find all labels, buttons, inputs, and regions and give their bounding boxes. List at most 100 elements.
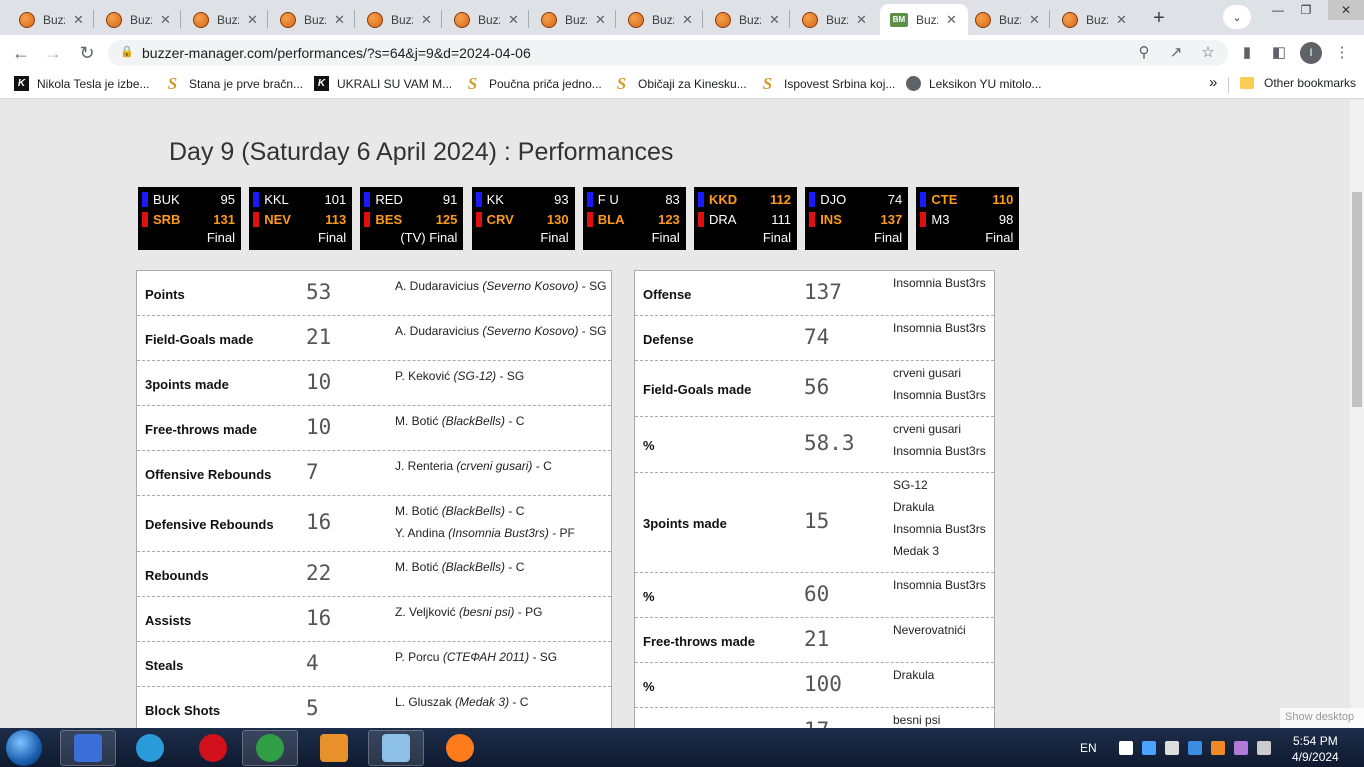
chrome-taskbar-button[interactable]	[242, 730, 298, 766]
game-score[interactable]: RED 91 BES 125 (TV) Final	[360, 187, 464, 250]
tools-icon[interactable]	[1210, 741, 1225, 755]
firefox-taskbar-button[interactable]	[432, 730, 488, 766]
bookmark-item[interactable]: S Ispovest Srbina koj...	[760, 74, 896, 93]
bookmark-item[interactable]: K UKRALI SU VAM M...	[314, 76, 452, 91]
notepad-taskbar-button[interactable]	[368, 730, 424, 766]
game-score[interactable]: DJO 74 INS 137 Final	[805, 187, 909, 250]
volume-icon[interactable]	[1256, 741, 1271, 755]
other-bookmarks[interactable]: Other bookmarks	[1240, 76, 1356, 90]
forward-button[interactable]: →	[42, 42, 64, 64]
close-tab-icon[interactable]: ✕	[595, 12, 606, 28]
player-entry[interactable]: M. Botić (BlackBells) - C	[395, 500, 575, 522]
player-entry[interactable]: P. Keković (SG-12) - SG	[395, 365, 524, 387]
language-indicator[interactable]: EN	[1080, 741, 1097, 755]
maximize-button[interactable]: ❐	[1292, 0, 1320, 20]
player-entry[interactable]: P. Porcu (СТЕФАН 2011) - SG	[395, 646, 557, 668]
close-tab-icon[interactable]: ✕	[856, 12, 867, 28]
bookmark-item[interactable]: K Nikola Tesla je izbe...	[14, 76, 150, 91]
player-entry[interactable]: M. Botić (BlackBells) - C	[395, 410, 524, 432]
bookmark-item[interactable]: S Običaji za Kinesku...	[614, 74, 747, 93]
reload-button[interactable]: ↻	[76, 42, 98, 64]
team-entry[interactable]: Insomnia Bust3rs	[893, 384, 986, 406]
tab[interactable]: Buzz ✕	[1052, 4, 1136, 35]
camera-icon[interactable]	[1187, 741, 1202, 755]
bookmark-item[interactable]: Leksikon YU mitolo...	[906, 76, 1042, 91]
tab[interactable]: Buzz ✕	[618, 4, 702, 35]
close-tab-icon[interactable]: ✕	[334, 12, 345, 28]
zoom-icon[interactable]: ⚲	[1134, 42, 1154, 62]
page-scrollbar[interactable]	[1350, 100, 1364, 728]
close-tab-icon[interactable]: ✕	[508, 12, 519, 28]
player-entry[interactable]: A. Dudaravicius (Severno Kosovo) - SG	[395, 275, 606, 297]
team-entry[interactable]: besni psi	[893, 709, 940, 728]
team-entry[interactable]: Insomnia Bust3rs	[893, 574, 986, 596]
address-bar[interactable]: 🔒 buzzer-manager.com/performances/?s=64&…	[108, 40, 1228, 66]
tab[interactable]: Buzz ✕	[96, 4, 180, 35]
extensions-icon[interactable]: ▮	[1237, 42, 1257, 62]
minimize-button[interactable]: —	[1264, 0, 1292, 20]
team-entry[interactable]: crveni gusari	[893, 418, 986, 440]
save-taskbar-button[interactable]	[60, 730, 116, 766]
game-score[interactable]: CTE 110 M3 98 Final	[916, 187, 1020, 250]
back-button[interactable]: ←	[10, 42, 32, 64]
team-entry[interactable]: Medak 3	[893, 540, 986, 562]
team-entry[interactable]: Drakula	[893, 496, 986, 518]
close-tab-icon[interactable]: ✕	[421, 12, 432, 28]
bookmark-item[interactable]: S Stana je prve bračn...	[165, 74, 303, 93]
player-entry[interactable]: A. Dudaravicius (Severno Kosovo) - SG	[395, 320, 606, 342]
bookmark-item[interactable]: S Poučna priča jedno...	[465, 74, 602, 93]
team-entry[interactable]: Insomnia Bust3rs	[893, 272, 986, 294]
close-tab-icon[interactable]: ✕	[682, 12, 693, 28]
player-entry[interactable]: J. Renteria (crveni gusari) - C	[395, 455, 552, 477]
tab[interactable]: Buzz ✕	[270, 4, 354, 35]
tab[interactable]: Buzz ✕	[357, 4, 441, 35]
game-score[interactable]: KKD 112 DRA 111 Final	[694, 187, 797, 250]
scrollbar-thumb[interactable]	[1352, 192, 1362, 407]
bookmarks-overflow-button[interactable]: »	[1209, 74, 1217, 91]
tab[interactable]: Buzz ✕	[9, 4, 93, 35]
close-tab-icon[interactable]: ✕	[247, 12, 258, 28]
close-tab-icon[interactable]: ✕	[73, 12, 84, 28]
player-entry[interactable]: M. Botić (BlackBells) - C	[395, 556, 524, 578]
tab[interactable]: Buzz ✕	[444, 4, 528, 35]
opera-taskbar-button[interactable]	[185, 730, 241, 766]
close-tab-icon[interactable]: ✕	[160, 12, 171, 28]
close-tab-icon[interactable]: ✕	[1116, 12, 1127, 28]
game-score[interactable]: BUK 95 SRB 131 Final	[138, 187, 241, 250]
team-entry[interactable]: crveni gusari	[893, 362, 986, 384]
tab-search-button[interactable]: ⌄	[1223, 5, 1251, 29]
team-entry[interactable]: Insomnia Bust3rs	[893, 317, 986, 339]
close-tab-icon[interactable]: ✕	[1029, 12, 1040, 28]
tab[interactable]: Buzz ✕	[705, 4, 789, 35]
tab[interactable]: Buzz ✕	[792, 4, 876, 35]
tab[interactable]: Buzz ✕	[965, 4, 1049, 35]
close-window-button[interactable]: ✕	[1328, 0, 1364, 20]
player-entry[interactable]: Y. Andina (Insomnia Bust3rs) - PF	[395, 522, 575, 544]
ie-taskbar-button[interactable]	[122, 730, 178, 766]
tab[interactable]: Buzz ✕	[183, 4, 267, 35]
game-score[interactable]: F U 83 BLA 123 Final	[582, 187, 686, 250]
team-entry[interactable]: Insomnia Bust3rs	[893, 440, 986, 462]
share-icon[interactable]: ↗	[1166, 42, 1186, 62]
game-score[interactable]: KK 93 CRV 130 Final	[471, 187, 575, 250]
pen-icon[interactable]	[1233, 741, 1248, 755]
close-tab-icon[interactable]: ✕	[769, 12, 780, 28]
player-entry[interactable]: L. Gluszak (Medak 3) - C	[395, 691, 528, 713]
team-entry[interactable]: Neverovatnići	[893, 619, 966, 641]
tray-app-icon[interactable]	[1164, 741, 1179, 755]
tab[interactable]: BM Buzz ✕	[880, 4, 968, 35]
bookmark-star-icon[interactable]: ☆	[1198, 42, 1218, 62]
side-panel-icon[interactable]: ◧	[1269, 42, 1289, 62]
new-tab-button[interactable]: +	[1146, 5, 1172, 31]
menu-icon[interactable]: ⋮	[1332, 42, 1352, 62]
signal-icon[interactable]	[1118, 741, 1133, 755]
app-grid-icon[interactable]	[1141, 741, 1156, 755]
team-entry[interactable]: Drakula	[893, 664, 934, 686]
profile-avatar[interactable]: I	[1300, 42, 1322, 64]
team-entry[interactable]: Insomnia Bust3rs	[893, 518, 986, 540]
close-tab-icon[interactable]: ✕	[946, 12, 957, 28]
clock[interactable]: 5:54 PM 4/9/2024	[1292, 733, 1339, 765]
game-score[interactable]: KKL 101 NEV 113 Final	[249, 187, 353, 250]
start-button[interactable]	[6, 730, 42, 766]
url-text[interactable]: buzzer-manager.com/performances/?s=64&j=…	[142, 45, 531, 61]
